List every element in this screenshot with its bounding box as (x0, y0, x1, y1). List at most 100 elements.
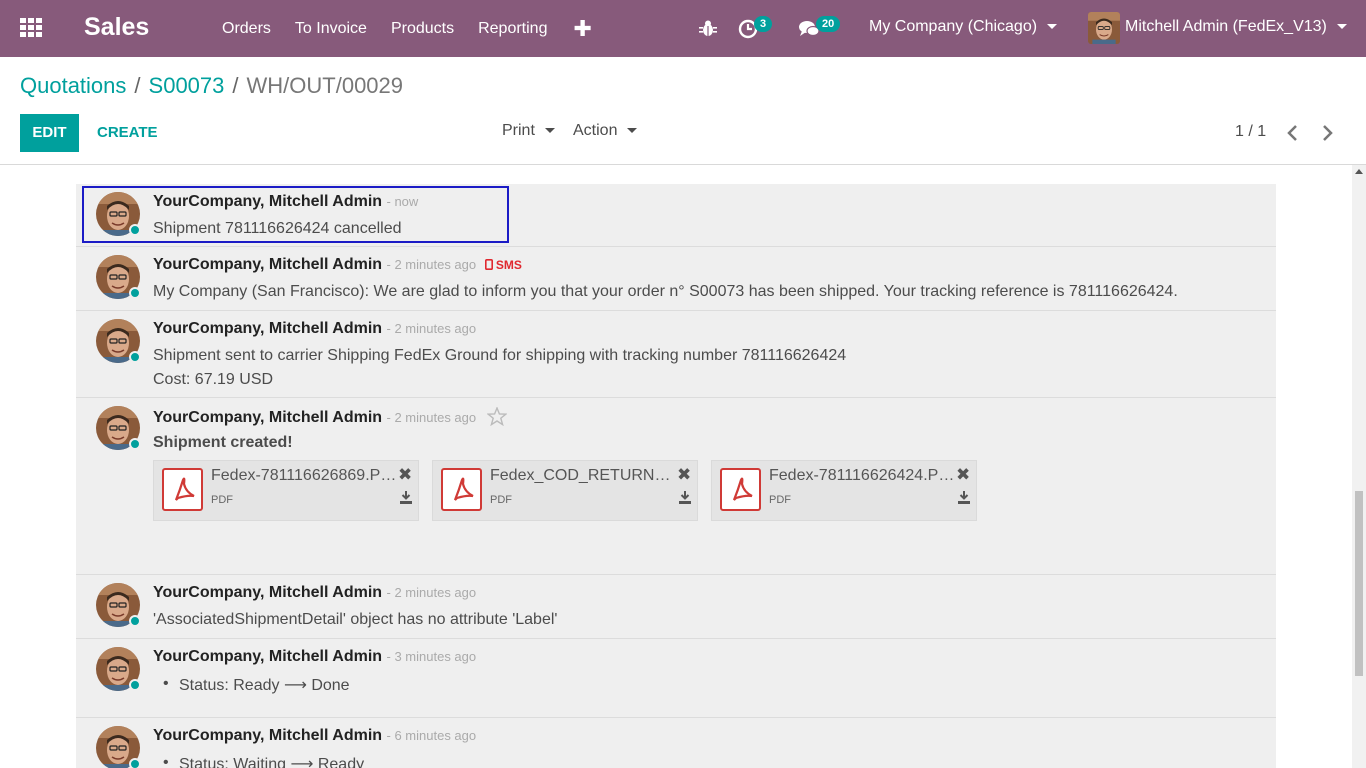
message-date: 2 minutes ago (394, 257, 477, 272)
attachment-type: PDF (490, 494, 512, 506)
message-author[interactable]: YourCompany, Mitchell Admin (153, 648, 382, 665)
chatter-message: YourCompany, Mitchell Admin - 2 minutes … (76, 247, 1276, 311)
tracking-value: Status: Waiting ⟶ Ready (163, 754, 364, 768)
message-header: YourCompany, Mitchell Admin - 3 minutes … (153, 648, 477, 665)
attachment-type: PDF (211, 494, 233, 506)
attachment-card[interactable]: Fedex-781116626869.PDF PDF ✖ (153, 460, 419, 521)
chevron-down-icon (627, 128, 638, 134)
message-date: 2 minutes ago (394, 321, 477, 336)
chevron-down-icon (1047, 24, 1058, 30)
attachment-card[interactable]: Fedex-781116626424.PDF PDF ✖ (711, 460, 977, 521)
message-body: Shipment 781116626424 cancelled (153, 220, 402, 237)
bug-icon[interactable] (699, 19, 717, 37)
breadcrumb-quotations[interactable]: Quotations (20, 73, 126, 98)
chevron-left-icon[interactable] (1286, 124, 1300, 142)
online-status-icon (129, 224, 141, 236)
message-author[interactable]: YourCompany, Mitchell Admin (153, 193, 382, 210)
top-menu: Orders To Invoice Products Reporting ✚ (210, 0, 606, 57)
online-status-icon (129, 615, 141, 627)
download-icon[interactable] (679, 491, 691, 504)
tracking-value: Status: Ready ⟶ Done (163, 675, 350, 695)
company-switcher[interactable]: My Company (Chicago) (869, 18, 1058, 36)
message-header: YourCompany, Mitchell Admin - 2 minutes … (153, 584, 477, 601)
print-label: Print (502, 122, 535, 139)
message-date: now (394, 194, 419, 209)
attachment-name: Fedex-781116626869.PDF (211, 467, 397, 484)
attachment-card[interactable]: Fedex_COD_RETURN781116626869.PDF PDF ✖ (432, 460, 698, 521)
edit-button[interactable]: EDIT (20, 114, 79, 152)
online-status-icon (129, 287, 141, 299)
attachment-name: Fedex-781116626424.PDF (769, 467, 955, 484)
message-author[interactable]: YourCompany, Mitchell Admin (153, 727, 382, 744)
star-icon[interactable] (486, 407, 507, 426)
chatter-message: YourCompany, Mitchell Admin - 2 minutes … (76, 398, 1276, 575)
print-dropdown[interactable]: Print (502, 122, 555, 140)
user-name: Mitchell Admin (FedEx_V13) (1125, 18, 1327, 35)
breadcrumb-order[interactable]: S00073 (149, 73, 225, 98)
message-body: Shipment sent to carrier Shipping FedEx … (153, 347, 847, 364)
action-label: Action (573, 122, 618, 139)
company-name: My Company (Chicago) (869, 18, 1038, 35)
message-author[interactable]: YourCompany, Mitchell Admin (153, 584, 382, 601)
chatter-message: YourCompany, Mitchell Admin - 2 minutes … (76, 311, 1276, 398)
message-body: Shipment created! (153, 434, 293, 451)
sms-badge: SMS (484, 258, 522, 272)
sms-label: SMS (495, 258, 522, 272)
chevron-right-icon[interactable] (1320, 124, 1334, 142)
create-button[interactable]: CREATE (97, 114, 158, 152)
download-icon[interactable] (958, 491, 970, 504)
breadcrumb-separator: / (232, 73, 239, 98)
menu-orders[interactable]: Orders (210, 0, 283, 57)
chevron-down-icon (1336, 24, 1347, 30)
download-icon[interactable] (400, 491, 412, 504)
delete-attachment-icon[interactable]: ✖ (398, 465, 412, 485)
breadcrumb-separator: / (134, 73, 141, 98)
activity-count-badge: 3 (754, 16, 773, 32)
form-content: YourCompany, Mitchell Admin - now Shipme… (0, 165, 1352, 768)
message-body: 'AssociatedShipmentDetail' object has no… (153, 611, 558, 628)
chatter-message: YourCompany, Mitchell Admin - 2 minutes … (76, 575, 1276, 639)
plus-icon[interactable]: ✚ (559, 0, 605, 57)
message-header: YourCompany, Mitchell Admin - 2 minutes … (153, 256, 522, 273)
menu-to-invoice[interactable]: To Invoice (283, 0, 379, 57)
attachment-type: PDF (769, 494, 791, 506)
action-dropdown[interactable]: Action (573, 122, 638, 140)
pdf-file-icon (720, 468, 761, 511)
message-count-badge: 20 (816, 16, 841, 32)
attachment-name: Fedex_COD_RETURN781116626869.PDF (490, 467, 676, 484)
message-header: YourCompany, Mitchell Admin - now (153, 193, 419, 210)
vertical-scrollbar[interactable] (1352, 165, 1366, 768)
user-avatar[interactable] (1088, 12, 1120, 44)
menu-reporting[interactable]: Reporting (466, 0, 559, 57)
message-body: My Company (San Francisco): We are glad … (153, 283, 1178, 300)
message-header: YourCompany, Mitchell Admin - 2 minutes … (153, 320, 477, 337)
chatter-message: YourCompany, Mitchell Admin - 6 minutes … (76, 718, 1276, 768)
pdf-file-icon (162, 468, 203, 511)
online-status-icon (129, 351, 141, 363)
scroll-up-arrow-icon[interactable] (1355, 169, 1363, 174)
message-header: YourCompany, Mitchell Admin - 2 minutes … (153, 407, 507, 427)
message-author[interactable]: YourCompany, Mitchell Admin (153, 256, 382, 273)
message-author[interactable]: YourCompany, Mitchell Admin (153, 320, 382, 337)
message-date: 2 minutes ago (394, 410, 477, 425)
pager-value[interactable]: 1 / 1 (1235, 123, 1266, 141)
top-navbar: Sales Orders To Invoice Products Reporti… (0, 0, 1366, 57)
pdf-file-icon (441, 468, 482, 511)
app-title[interactable]: Sales (84, 13, 149, 42)
message-date: 2 minutes ago (394, 585, 477, 600)
delete-attachment-icon[interactable]: ✖ (677, 465, 691, 485)
message-header: YourCompany, Mitchell Admin - 6 minutes … (153, 727, 477, 744)
delete-attachment-icon[interactable]: ✖ (956, 465, 970, 485)
online-status-icon (129, 758, 141, 768)
message-date: 3 minutes ago (394, 649, 477, 664)
scrollbar-thumb[interactable] (1355, 491, 1363, 676)
user-menu[interactable]: Mitchell Admin (FedEx_V13) (1125, 18, 1347, 36)
online-status-icon (129, 438, 141, 450)
chevron-down-icon (544, 128, 555, 134)
message-body-cost: Cost: 67.19 USD (153, 371, 274, 388)
menu-products[interactable]: Products (379, 0, 466, 57)
breadcrumb: Quotations / S00073 / WH/OUT/00029 (20, 73, 403, 99)
apps-grid-icon[interactable] (20, 18, 42, 38)
chatter-thread: YourCompany, Mitchell Admin - now Shipme… (76, 184, 1276, 768)
message-author[interactable]: YourCompany, Mitchell Admin (153, 409, 382, 426)
